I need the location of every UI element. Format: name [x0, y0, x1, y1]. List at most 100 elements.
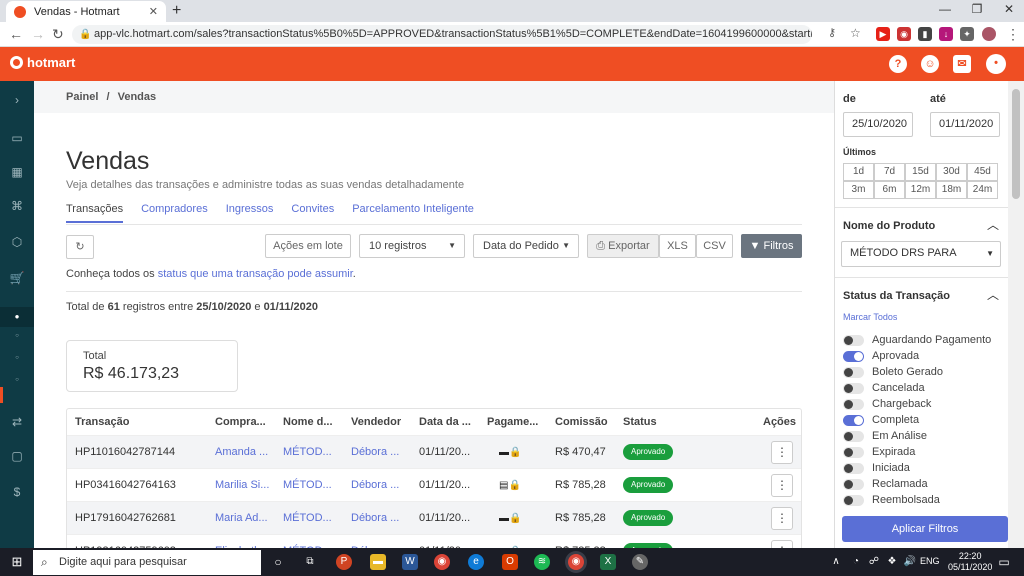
apps-grid-icon[interactable]: ▦: [0, 165, 34, 179]
quick-range-6m[interactable]: 6m: [874, 181, 905, 199]
quick-range-45d[interactable]: 45d: [967, 163, 998, 181]
edge-icon[interactable]: e: [468, 554, 484, 570]
tray-up-arrow-icon[interactable]: ∧: [828, 554, 844, 570]
chrome-active-icon[interactable]: ◉: [568, 554, 584, 570]
chat-icon[interactable]: ✉: [953, 55, 971, 73]
toggle-switch[interactable]: [843, 478, 864, 490]
toggle-switch[interactable]: [843, 414, 864, 426]
status-toggle-chargeback[interactable]: Chargeback: [843, 398, 931, 410]
language-indicator[interactable]: ENG: [920, 556, 940, 566]
status-toggle-expirada[interactable]: Expirada: [843, 446, 915, 458]
user-avatar[interactable]: •: [986, 54, 1006, 74]
spotify-icon[interactable]: ≋: [534, 554, 550, 570]
row-actions-button[interactable]: ⋮: [771, 441, 793, 464]
quick-range-12m[interactable]: 12m: [905, 181, 936, 199]
subnav-dot[interactable]: ○: [0, 355, 34, 361]
status-toggle-reembolsada[interactable]: Reembolsada: [843, 494, 940, 506]
chevron-up-icon[interactable]: ︿: [987, 286, 999, 303]
toggle-switch[interactable]: [843, 430, 864, 442]
chevron-up-icon[interactable]: ︿: [987, 216, 999, 233]
col-comissao[interactable]: Comissão: [555, 409, 608, 435]
reload-icon[interactable]: ↻: [52, 26, 64, 43]
cortana-icon[interactable]: ○: [270, 554, 286, 570]
dashboard-icon[interactable]: ▭: [0, 131, 34, 145]
seller-link[interactable]: Débora ...: [351, 469, 399, 502]
powerpoint-icon[interactable]: P: [336, 554, 352, 570]
tab-convites[interactable]: Convites: [291, 203, 334, 223]
quick-range-1d[interactable]: 1d: [843, 163, 874, 181]
filters-button[interactable]: ▼ Filtros: [741, 234, 802, 258]
quick-range-3m[interactable]: 3m: [843, 181, 874, 199]
minimize-icon[interactable]: —: [930, 2, 960, 16]
browser-tab[interactable]: Vendas - Hotmart ✕: [6, 1, 166, 22]
subnav-dot-active[interactable]: ●: [0, 307, 34, 327]
toggle-switch[interactable]: [843, 462, 864, 474]
finance-dollar-icon[interactable]: $: [0, 485, 34, 499]
volume-icon[interactable]: 🔊: [902, 554, 918, 570]
buyer-link[interactable]: Marilia Si...: [215, 469, 273, 502]
browser-menu-icon[interactable]: ⋮: [1006, 26, 1020, 43]
status-toggle-aguardando[interactable]: Aguardando Pagamento: [843, 334, 991, 346]
status-section-header[interactable]: Status da Transação ︿: [835, 277, 1009, 313]
breadcrumb-home[interactable]: Painel: [66, 91, 98, 103]
product-link[interactable]: MÉTOD...: [283, 436, 341, 469]
mark-all-link[interactable]: Marcar Todos: [843, 312, 897, 322]
excel-icon[interactable]: X: [600, 554, 616, 570]
status-toggle-reclamada[interactable]: Reclamada: [843, 478, 928, 490]
product-link[interactable]: MÉTOD...: [283, 502, 341, 535]
scrollbar-thumb[interactable]: [1012, 89, 1020, 199]
messages-icon[interactable]: ▢: [0, 449, 34, 463]
taskbar-search-input[interactable]: ⌕ Digite aqui para pesquisar: [33, 550, 261, 575]
buyer-link[interactable]: Maria Ad...: [215, 502, 273, 535]
col-nome-produto[interactable]: Nome d...: [283, 409, 341, 435]
word-icon[interactable]: W: [402, 554, 418, 570]
windows-start-icon[interactable]: ⊞: [9, 554, 25, 570]
to-date-input[interactable]: 01/11/2020: [930, 112, 1000, 137]
from-date-input[interactable]: 25/10/2020: [843, 112, 913, 137]
col-data[interactable]: Data da ...: [419, 409, 477, 435]
task-view-icon[interactable]: ⧉: [302, 554, 318, 570]
close-window-icon[interactable]: ✕: [994, 2, 1024, 16]
table-row[interactable]: HP03416042764163 Marilia Si... MÉTOD... …: [67, 468, 801, 501]
forward-icon[interactable]: →: [31, 26, 45, 42]
table-row[interactable]: HP17916042762681 Maria Ad... MÉTOD... Dé…: [67, 501, 801, 534]
export-button[interactable]: ⎙ Exportar: [587, 234, 659, 258]
quick-range-30d[interactable]: 30d: [936, 163, 967, 181]
page-scrollbar[interactable]: [1008, 81, 1024, 548]
sales-cart-icon[interactable]: 🛒: [0, 271, 34, 285]
bookmark-star-icon[interactable]: ☆: [850, 26, 861, 40]
profile-avatar-icon[interactable]: [982, 27, 996, 41]
sync-icon[interactable]: ⇄: [0, 415, 34, 429]
bulk-actions-button[interactable]: Ações em lote: [265, 234, 351, 258]
status-toggle-boleto[interactable]: Boleto Gerado: [843, 366, 943, 378]
network-icon[interactable]: ⌘: [0, 199, 34, 213]
quick-range-18m[interactable]: 18m: [936, 181, 967, 199]
address-bar[interactable]: 🔒 app-vlc.hotmart.com/sales?transactionS…: [72, 25, 812, 44]
extension-shield-icon[interactable]: ◉: [897, 27, 911, 41]
key-icon[interactable]: ⚷: [828, 26, 836, 39]
seller-link[interactable]: Débora ...: [351, 436, 399, 469]
toggle-switch[interactable]: [843, 382, 864, 394]
refresh-button[interactable]: ↻: [66, 235, 94, 259]
csv-button[interactable]: CSV: [696, 234, 733, 258]
hotmart-logo[interactable]: hotmart: [10, 55, 75, 70]
toggle-switch[interactable]: [843, 446, 864, 458]
office-icon[interactable]: O: [502, 554, 518, 570]
app-icon[interactable]: ✎: [632, 554, 648, 570]
quick-range-24m[interactable]: 24m: [967, 181, 998, 199]
col-vendedor[interactable]: Vendedor: [351, 409, 401, 435]
buyer-link[interactable]: Amanda ...: [215, 436, 273, 469]
col-comprador[interactable]: Compra...: [215, 409, 273, 435]
notifications-icon[interactable]: ▭: [996, 554, 1012, 570]
per-page-select[interactable]: 10 registros ▼: [359, 234, 465, 258]
toggle-switch[interactable]: [843, 494, 864, 506]
product-link[interactable]: MÉTOD...: [283, 469, 341, 502]
status-info-link[interactable]: status que uma transação pode assumir: [158, 268, 353, 280]
community-icon[interactable]: ☺: [921, 55, 939, 73]
row-actions-button[interactable]: ⋮: [771, 474, 793, 497]
product-select[interactable]: MÉTODO DRS PARA ▼: [841, 241, 1001, 267]
date-type-select[interactable]: Data do Pedido ▼: [473, 234, 579, 258]
row-actions-button[interactable]: ⋮: [771, 507, 793, 530]
col-transacao[interactable]: Transação: [75, 409, 129, 435]
file-explorer-icon[interactable]: ▬: [370, 554, 386, 570]
